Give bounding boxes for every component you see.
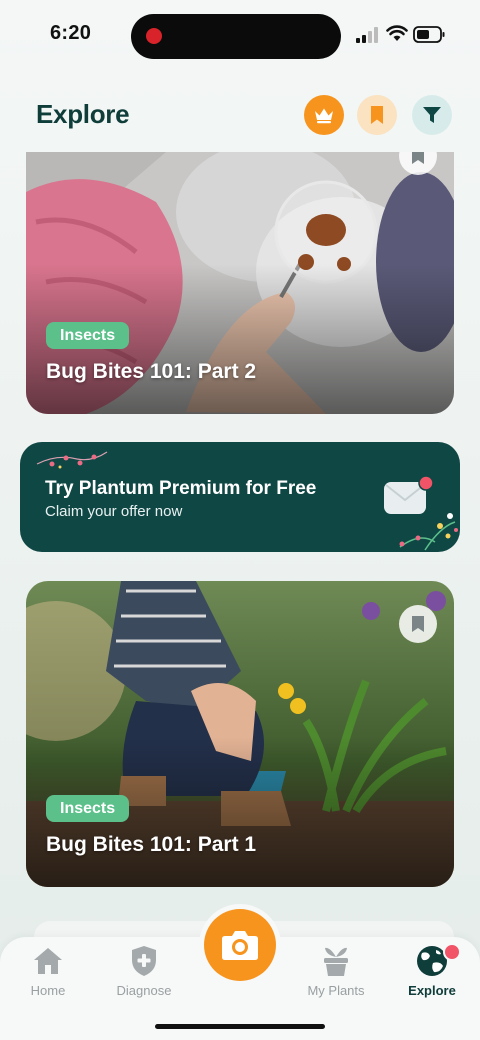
shield-plus-icon [132, 946, 156, 976]
bookmark-icon [371, 106, 383, 124]
recording-indicator [146, 28, 162, 44]
article-title: Bug Bites 101: Part 1 [46, 833, 257, 856]
premium-promo-banner[interactable]: Try Plantum Premium for Free Claim your … [20, 442, 460, 552]
tab-label: Diagnose [116, 983, 172, 998]
page-title: Explore [36, 99, 130, 129]
crown-icon [315, 108, 333, 124]
saved-button[interactable] [357, 95, 397, 135]
filter-icon [423, 107, 441, 123]
camera-scan-button[interactable] [204, 909, 276, 981]
tab-diagnose[interactable]: Diagnose [99, 943, 189, 998]
status-time: 6:20 [50, 22, 92, 44]
status-bar: 6:20 [0, 0, 480, 72]
filter-button[interactable] [412, 95, 452, 135]
promo-title: Try Plantum Premium for Free [45, 478, 317, 499]
bookmark-icon [412, 152, 424, 164]
battery-icon [413, 26, 445, 43]
camera-icon [222, 931, 258, 960]
article-card[interactable]: Insects Bug Bites 101: Part 2 [26, 152, 454, 414]
category-tag: Insects [46, 795, 130, 822]
article-title: Bug Bites 101: Part 2 [46, 360, 257, 383]
home-icon [34, 948, 62, 974]
tab-explore[interactable]: Explore [387, 943, 477, 998]
dynamic-island [131, 14, 341, 59]
flowers-decoration-icon [36, 451, 108, 469]
tab-label: Explore [408, 983, 456, 998]
premium-button[interactable] [304, 95, 344, 135]
tab-label: Home [30, 983, 66, 998]
wifi-icon [386, 25, 408, 41]
article-card[interactable]: Insects Bug Bites 101: Part 1 [26, 581, 454, 887]
notification-badge [443, 943, 461, 961]
plant-pot-icon [324, 947, 348, 976]
tab-home[interactable]: Home [3, 943, 93, 998]
home-indicator [155, 1024, 325, 1029]
flowers-decoration-icon [399, 513, 458, 551]
bookmark-icon [412, 616, 424, 632]
promo-subtitle: Claim your offer now [45, 503, 183, 520]
tab-label: My Plants [307, 983, 365, 998]
category-tag: Insects [46, 322, 130, 349]
cellular-signal-icon [356, 27, 378, 43]
bookmark-button[interactable] [399, 605, 437, 643]
tab-my-plants[interactable]: My Plants [291, 943, 381, 998]
